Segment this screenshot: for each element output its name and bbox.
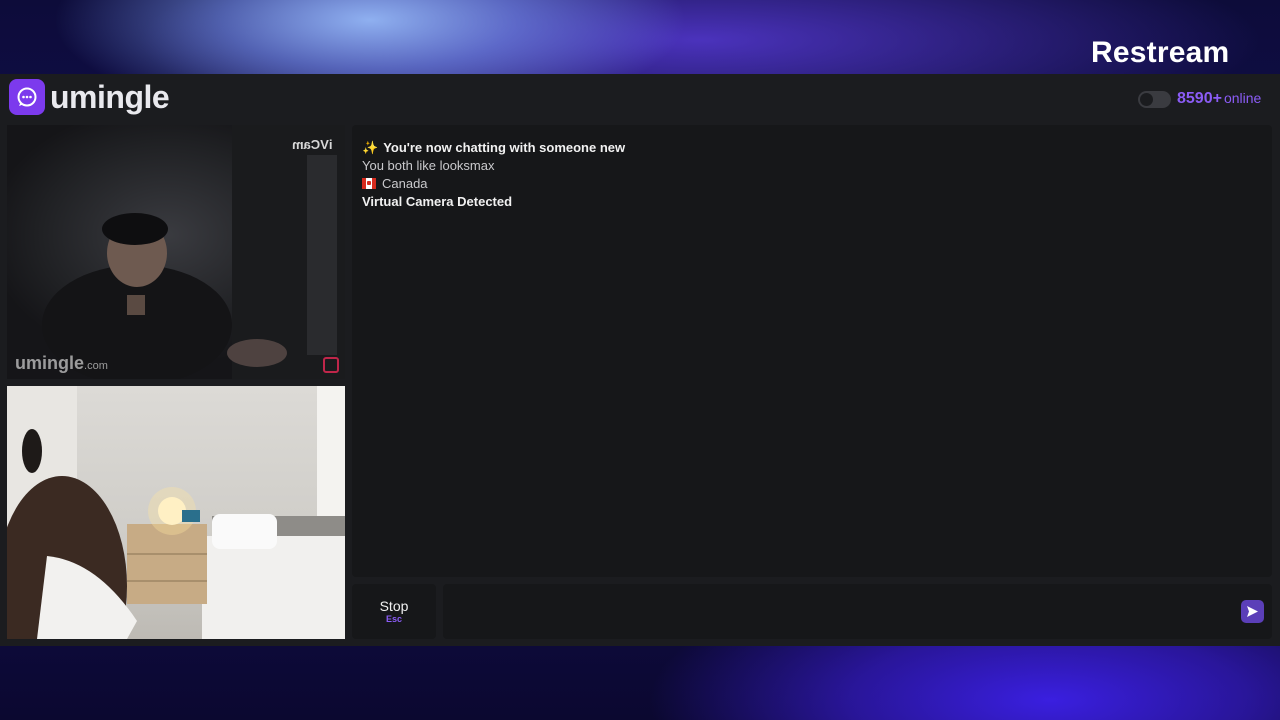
online-counter: 8590+ online <box>1177 90 1261 108</box>
send-button[interactable] <box>1241 600 1264 623</box>
remote-video: iVCam umingle.com <box>7 125 345 379</box>
stop-button[interactable]: Stop Esc <box>352 584 436 639</box>
chat-log: ✨ You're now chatting with someone new Yo… <box>352 125 1272 577</box>
toggle-knob <box>1140 93 1153 106</box>
watermark-main: umingle <box>15 353 85 373</box>
record-icon <box>323 357 339 373</box>
sparkle-icon: ✨ <box>362 140 379 155</box>
theme-toggle[interactable] <box>1138 91 1171 108</box>
chat-message: ✨ You're now chatting with someone new <box>362 139 625 157</box>
umingle-app: umingle 8590+ online iVCam umingle.com ✨… <box>0 74 1280 646</box>
send-icon <box>1247 606 1258 617</box>
message-composer <box>443 584 1272 639</box>
watermark-suffix: .com <box>84 360 108 372</box>
message-input[interactable] <box>443 584 1233 639</box>
canada-flag-icon <box>362 178 376 189</box>
restream-brand: Restream <box>1091 36 1230 69</box>
chat-message: You both like looksmax <box>362 157 625 175</box>
remote-video-scene <box>42 125 345 379</box>
chat-message-text: You're now chatting with someone new <box>383 140 626 155</box>
chat-message: Virtual Camera Detected <box>362 193 625 211</box>
local-video <box>7 386 345 639</box>
chat-bubble-logo-icon[interactable] <box>9 79 45 115</box>
local-video-scene <box>7 386 345 639</box>
stop-label: Stop <box>379 598 409 614</box>
chat-messages: ✨ You're now chatting with someone new Yo… <box>362 139 625 211</box>
camera-source-badge: iVCam <box>291 137 332 152</box>
chat-message-text: You both like looksmax <box>362 158 495 173</box>
chat-message: Canada <box>362 175 625 193</box>
top-bar: umingle 8590+ online <box>0 74 1280 124</box>
online-count: 8590+ <box>1177 90 1222 107</box>
umingle-watermark: umingle.com <box>15 353 108 374</box>
logo-wordmark[interactable]: umingle <box>50 79 170 116</box>
online-label: online <box>1223 90 1262 106</box>
chat-message-text: Virtual Camera Detected <box>362 194 513 209</box>
chat-message-text: Canada <box>382 176 428 191</box>
stop-shortcut: Esc <box>385 614 402 624</box>
